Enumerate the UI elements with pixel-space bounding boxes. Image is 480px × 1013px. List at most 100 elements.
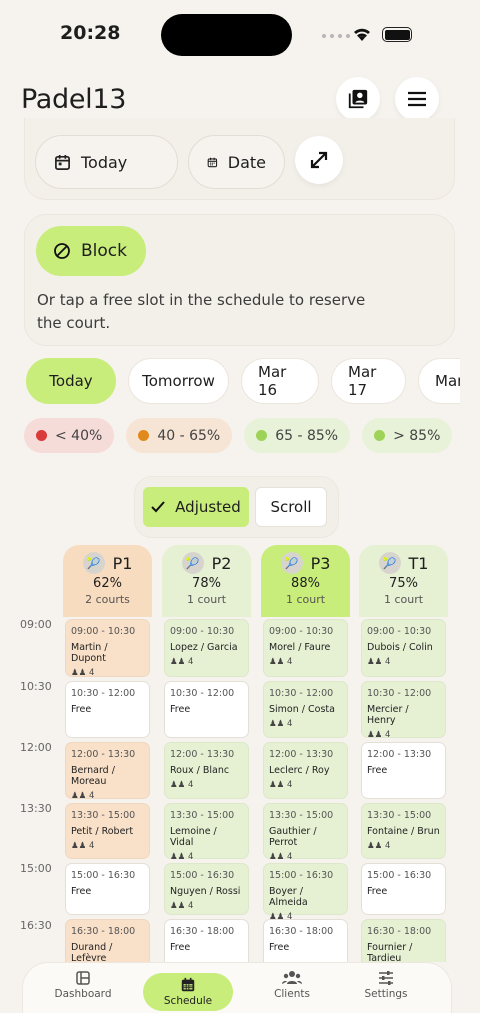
slot-name: Dubois / Colin (367, 642, 433, 653)
court-name: P3 (310, 553, 331, 573)
court-occupancy: 75% (389, 576, 418, 591)
court-name: P2 (211, 553, 232, 573)
block-button[interactable]: Block (36, 226, 146, 276)
slot-name: Free (170, 704, 191, 715)
court-column-p1: 09:00 - 10:30 Martin / Dupont ♟♟ 4 10:30 - … (63, 617, 152, 962)
players-count: 4 (187, 852, 194, 862)
contacts-book-icon (348, 89, 368, 109)
booking-slot[interactable]: 15:00 - 16:30 Boyer / Almeida ♟♟ 4 (263, 863, 348, 922)
booking-slot[interactable]: 13:30 - 15:00 Gauthier / Perrot ♟♟ 4 (263, 803, 348, 862)
slot-time: 13:30 - 15:00 (269, 810, 334, 821)
scroll-toggle[interactable]: Scroll (255, 487, 327, 527)
nav-schedule[interactable]: Schedule (143, 973, 233, 1011)
date-chip-tomorrow[interactable]: Tomorrow (128, 358, 229, 404)
slot-name: Simon / Costa (269, 704, 335, 715)
booking-slot[interactable]: 15:00 - 16:30 Nguyen / Rossi ♟♟ 4 (164, 863, 249, 915)
green-dot-icon (374, 430, 386, 441)
free-slot[interactable]: 16:30 - 18:00 Free (263, 919, 348, 962)
nav-dashboard[interactable]: Dashboard (38, 963, 128, 1007)
players-icon: ♟♟ (71, 791, 87, 801)
slot-time: 16:30 - 18:00 (367, 926, 432, 937)
date-chip-mar[interactable]: Mar (418, 358, 460, 404)
booking-slot[interactable]: 12:00 - 13:30 Roux / Blanc ♟♟ 4 (164, 742, 249, 799)
nav-settings[interactable]: Settings (341, 963, 431, 1007)
slot-players: ♟♟ 4 (269, 657, 342, 667)
booking-slot[interactable]: 09:00 - 10:30 Martin / Dupont ♟♟ 4 (65, 619, 150, 678)
players-count: 4 (187, 901, 194, 911)
slot-name: Martin / Dupont (71, 642, 108, 664)
court-header-p1: 🎾 P1 62% 2 courts (63, 545, 152, 617)
slot-name: Leclerc / Roy (269, 765, 330, 776)
today-button[interactable]: Today (35, 135, 178, 189)
booking-slot[interactable]: 09:00 - 10:30 Morel / Faure ♟♟ 4 (263, 619, 348, 677)
court-count: 1 court (186, 593, 227, 606)
slot-time: 15:00 - 16:30 (367, 870, 432, 881)
today-button-label: Today (81, 152, 128, 172)
slot-time: 10:30 - 12:00 (71, 688, 136, 699)
signal-icon (322, 34, 350, 38)
slot-name: Morel / Faure (269, 642, 331, 653)
players-count: 4 (384, 730, 391, 740)
adjusted-toggle[interactable]: Adjusted (143, 487, 249, 527)
booking-slot[interactable]: 16:30 - 18:00 Durand / Lefèvre (65, 919, 150, 962)
free-slot[interactable]: 10:30 - 12:00 Free (164, 681, 249, 738)
menu-button[interactable] (395, 77, 439, 121)
slot-time: 13:30 - 15:00 (367, 810, 432, 821)
app-title: Padel13 (21, 84, 127, 115)
check-icon (151, 501, 165, 513)
time-label: 10:30 (20, 680, 52, 693)
free-slot[interactable]: 12:00 - 13:30 Free (361, 742, 446, 799)
red-dot-icon (36, 430, 47, 441)
booking-slot[interactable]: 09:00 - 10:30 Dubois / Colin ♟♟ 4 (361, 619, 446, 677)
slot-time: 09:00 - 10:30 (269, 626, 334, 637)
court-header-t1: 🎾 T1 75% 1 court (359, 545, 448, 617)
free-slot[interactable]: 15:00 - 16:30 Free (361, 863, 446, 915)
date-chip-mar-17[interactable]: Mar 17 (331, 358, 406, 404)
slot-time: 16:30 - 18:00 (269, 926, 334, 937)
slot-name: Roux / Blanc (170, 765, 230, 776)
slot-time: 09:00 - 10:30 (71, 626, 136, 637)
players-icon: ♟♟ (269, 657, 285, 667)
booking-slot[interactable]: 13:30 - 15:00 Lemoine / Vidal ♟♟ 4 (164, 803, 249, 862)
slot-time: 12:00 - 13:30 (170, 749, 235, 760)
date-chip-today[interactable]: Today (26, 358, 116, 404)
free-slot[interactable]: 16:30 - 18:00 Free (164, 919, 249, 962)
occupancy-legend: < 40% 40 - 65% 65 - 85% > 85% (24, 418, 453, 453)
booking-slot[interactable]: 13:30 - 15:00 Fontaine / Brun ♟♟ 4 (361, 803, 446, 859)
dynamic-island (161, 14, 292, 56)
slot-name: Gauthier / Perrot (269, 826, 317, 848)
booking-slot[interactable]: 10:30 - 12:00 Mercier / Henry ♟♟ 4 (361, 681, 446, 740)
booking-slot[interactable]: 16:30 - 18:00 Fournier / Tardieu (361, 919, 446, 962)
booking-slot[interactable]: 12:00 - 13:30 Bernard / Moreau ♟♟ 4 (65, 742, 150, 801)
free-slot[interactable]: 10:30 - 12:00 Free (65, 681, 150, 738)
slot-name: Free (269, 942, 290, 953)
court-name: P1 (112, 553, 133, 573)
free-slot[interactable]: 15:00 - 16:30 Free (65, 863, 150, 915)
date-chip-mar-16[interactable]: Mar 16 (241, 358, 319, 404)
slot-time: 16:30 - 18:00 (170, 926, 235, 937)
booking-slot[interactable]: 13:30 - 15:00 Petit / Robert ♟♟ 4 (65, 803, 150, 859)
slot-time: 09:00 - 10:30 (170, 626, 235, 637)
date-button[interactable]: Date (188, 135, 285, 189)
slot-time: 15:00 - 16:30 (71, 870, 136, 881)
court-count: 1 court (285, 593, 326, 606)
slot-time: 12:00 - 13:30 (269, 749, 334, 760)
time-label: 16:30 (20, 919, 52, 932)
booking-slot[interactable]: 09:00 - 10:30 Lopez / Garcia ♟♟ 4 (164, 619, 249, 677)
expand-button[interactable] (295, 136, 343, 184)
court-occupancy: 62% (93, 576, 122, 591)
slot-players: ♟♟ 4 (367, 841, 440, 851)
slot-time: 10:30 - 12:00 (269, 688, 334, 699)
slot-time: 10:30 - 12:00 (367, 688, 432, 699)
contacts-button[interactable] (336, 77, 380, 121)
slot-time: 13:30 - 15:00 (71, 810, 136, 821)
slot-name: Boyer / Almeida (269, 886, 308, 908)
court-name: T1 (408, 553, 429, 573)
booking-slot[interactable]: 12:00 - 13:30 Leclerc / Roy ♟♟ 4 (263, 742, 348, 799)
slot-players: ♟♟ 4 (170, 657, 243, 667)
booking-slot[interactable]: 10:30 - 12:00 Simon / Costa ♟♟ 4 (263, 681, 348, 738)
nav-clients[interactable]: Clients (247, 963, 337, 1007)
slot-time: 10:30 - 12:00 (170, 688, 235, 699)
court-header-p3: 🎾 P3 88% 1 court (261, 545, 350, 617)
sliders-icon (379, 971, 393, 985)
